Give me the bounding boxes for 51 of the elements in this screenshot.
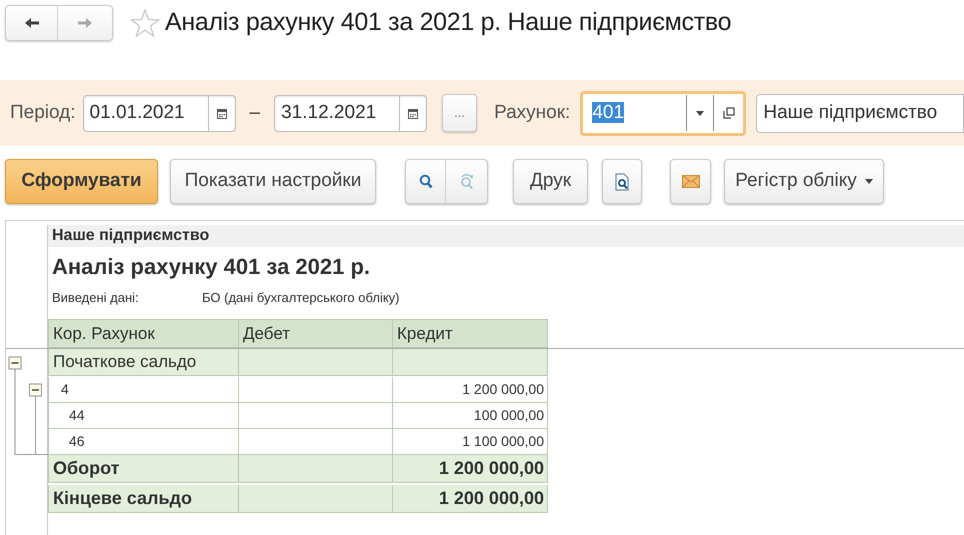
organization-value: Наше підприємство (763, 100, 938, 125)
report-title: Аналіз рахунку 401 за 2021 р. (52, 252, 370, 281)
search-reset-icon (458, 174, 474, 190)
open-window-icon (722, 107, 735, 119)
envelope-icon (682, 175, 700, 188)
back-arrow-icon (24, 17, 40, 29)
document-search-icon (615, 172, 629, 190)
column-header: Кор. Рахунок (48, 319, 239, 348)
collapse-toggle[interactable] (8, 356, 22, 370)
table-cell: 100 000,00 (393, 403, 548, 429)
generate-button[interactable]: Сформувати (5, 159, 158, 204)
table-cell: 1 200 000,00 (393, 377, 548, 403)
date-field[interactable]: 31.12.2021 (274, 94, 428, 132)
date-value: 01.01.2021 (88, 100, 186, 125)
period-menu-button[interactable]: ... (442, 94, 478, 132)
account-label: Рахунок: (494, 100, 570, 125)
preview-button[interactable] (602, 159, 642, 204)
caret-icon (864, 179, 873, 184)
table-cell: 4 (48, 377, 239, 403)
date-field[interactable]: 01.01.2021 (82, 94, 236, 132)
register-button[interactable]: Регістр обліку (724, 159, 884, 204)
data-label: Виведені дані: (52, 289, 140, 308)
table-cell: Кінцеве сальдо (48, 485, 239, 513)
table-cell: 1 100 000,00 (393, 429, 548, 455)
data-value: БО (дані бухгалтерського обліку) (202, 289, 400, 308)
calendar-icon (216, 108, 227, 118)
settings-button[interactable]: Показати настройки (170, 159, 376, 204)
table-cell: 1 200 000,00 (393, 485, 548, 513)
star-icon[interactable] (130, 8, 160, 38)
table-cell: 46 (48, 429, 239, 455)
table-cell: Початкове сальдо (48, 349, 239, 376)
search-icon (418, 174, 432, 189)
caret-icon (696, 110, 704, 116)
print-button[interactable]: Друк (513, 159, 588, 204)
date-separator: – (250, 100, 260, 125)
collapse-toggle[interactable] (29, 384, 42, 396)
email-button[interactable] (670, 159, 711, 204)
table-cell: 44 (48, 403, 239, 429)
window-title: Аналіз рахунку 401 за 2021 р. Наше підприємство (165, 7, 732, 38)
forward-arrow-icon (77, 17, 93, 29)
account-value: 401 (592, 102, 624, 123)
table-cell: 1 200 000,00 (393, 455, 548, 483)
table-cell: Оборот (48, 455, 239, 483)
organization-field[interactable]: Наше підприємство (756, 94, 964, 132)
report-organization: Наше підприємство (52, 226, 210, 246)
account-field[interactable]: 401 (580, 90, 746, 136)
column-header: Дебет (239, 319, 393, 348)
calendar-icon (408, 108, 418, 118)
column-header: Кредит (393, 319, 548, 348)
period-label: Період: (10, 100, 76, 125)
date-value: 31.12.2021 (280, 100, 378, 125)
